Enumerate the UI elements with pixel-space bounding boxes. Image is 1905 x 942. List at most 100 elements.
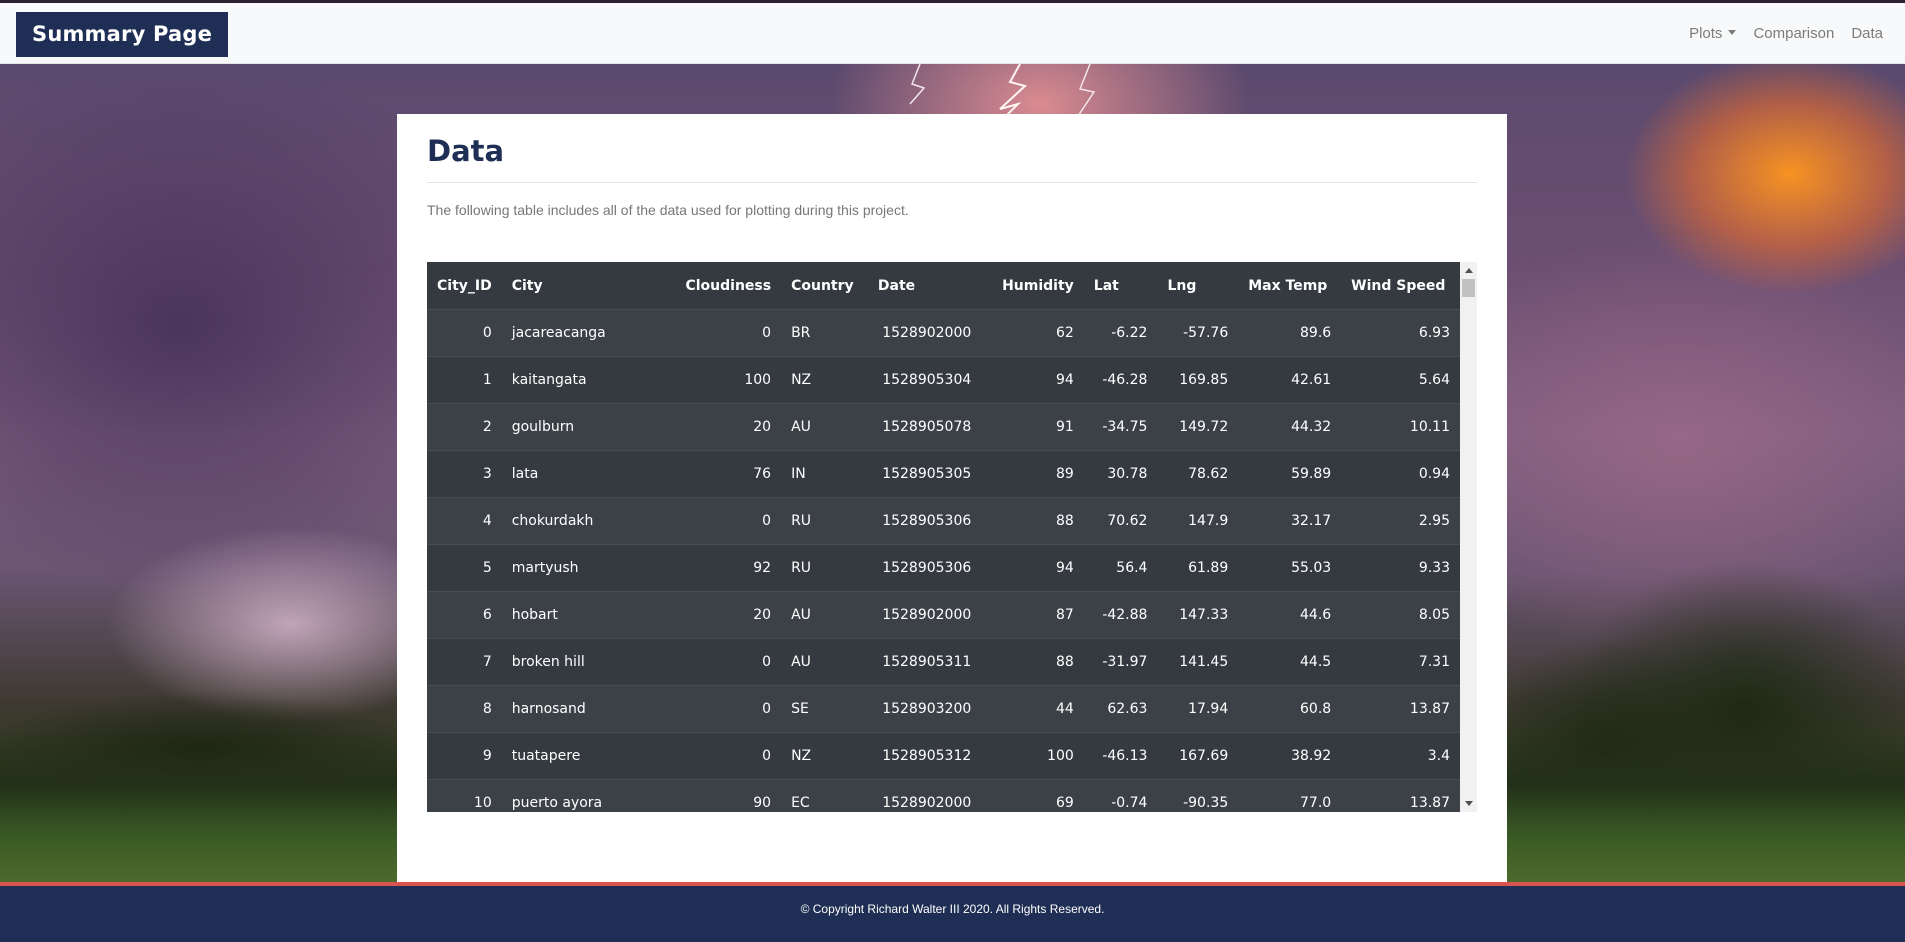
table-cell: 44 xyxy=(985,685,1084,733)
table-cell: -42.88 xyxy=(1083,591,1158,639)
table-row: 4 chokurdakh 0 RU 1528905306 88 70.62 147.9 32.1… xyxy=(427,497,1460,545)
nav-plots-dropdown[interactable]: Plots xyxy=(1689,25,1737,42)
table-row: 2 goulburn 20 AU 1528905078 91 -34.75 149.72 44.… xyxy=(427,403,1460,451)
table-cell: 32.17 xyxy=(1238,497,1342,545)
table-cell: 70.62 xyxy=(1083,497,1158,545)
data-table: City_ID City Cloudiness Country Date Humidity… xyxy=(427,262,1460,812)
table-row: 1 kaitangata 100 NZ 1528905304 94 -46.28 169.85… xyxy=(427,356,1460,404)
table-cell: martyush xyxy=(501,544,676,592)
scroll-down-arrow-icon[interactable] xyxy=(1465,801,1473,806)
table-cell: -46.13 xyxy=(1083,732,1158,780)
table-cell: puerto ayora xyxy=(501,779,676,812)
caret-down-icon xyxy=(1728,30,1737,35)
table-cell: 1528905306 xyxy=(867,497,986,545)
table-cell: 169.85 xyxy=(1157,356,1239,404)
data-table-container[interactable]: City_ID City Cloudiness Country Date Humidity… xyxy=(427,262,1477,812)
table-cell: 8.05 xyxy=(1341,591,1460,639)
table-cell: EC xyxy=(781,779,868,812)
scrollbar-thumb[interactable] xyxy=(1462,279,1475,297)
brand-link[interactable]: Summary Page xyxy=(16,12,229,57)
table-cell: 62 xyxy=(985,309,1084,357)
table-cell: 5.64 xyxy=(1341,356,1460,404)
table-cell: -0.74 xyxy=(1083,779,1158,812)
table-cell: AU xyxy=(781,591,868,639)
table-cell: 88 xyxy=(985,497,1084,545)
table-row: 0 jacareacanga 0 BR 1528902000 62 -6.22 -57.76 8… xyxy=(427,309,1460,357)
table-cell: -90.35 xyxy=(1157,779,1239,812)
table-cell: 90 xyxy=(675,779,782,812)
table-row: 10 puerto ayora 90 EC 1528902000 69 -0.74 -90.3… xyxy=(427,779,1460,812)
table-scrollbar[interactable] xyxy=(1460,262,1477,812)
table-cell: 1528903200 xyxy=(867,685,986,733)
table-cell: NZ xyxy=(781,732,868,780)
scroll-up-arrow-icon[interactable] xyxy=(1465,268,1473,273)
table-cell: 13.87 xyxy=(1341,779,1460,812)
column-header-max-temp: Max Temp xyxy=(1238,262,1342,310)
table-cell: 60.8 xyxy=(1238,685,1342,733)
table-cell: 30.78 xyxy=(1083,450,1158,498)
table-cell: 38.92 xyxy=(1238,732,1342,780)
table-cell: 78.62 xyxy=(1157,450,1239,498)
table-cell: 0.94 xyxy=(1341,450,1460,498)
table-cell: 167.69 xyxy=(1157,732,1239,780)
table-cell: 3.4 xyxy=(1341,732,1460,780)
table-cell: jacareacanga xyxy=(501,309,676,357)
table-cell: 0 xyxy=(675,309,782,357)
table-cell: 147.33 xyxy=(1157,591,1239,639)
table-cell: RU xyxy=(781,544,868,592)
nav-plots-label: Plots xyxy=(1689,25,1723,42)
table-cell: 7.31 xyxy=(1341,638,1460,686)
table-cell: 87 xyxy=(985,591,1084,639)
table-cell: AU xyxy=(781,403,868,451)
table-cell: 1528902000 xyxy=(867,309,986,357)
table-cell: 10 xyxy=(427,779,502,812)
column-header-city-id: City_ID xyxy=(427,262,502,310)
nav-comparison-link[interactable]: Comparison xyxy=(1753,25,1834,42)
table-cell: 76 xyxy=(675,450,782,498)
table-cell: 1528905078 xyxy=(867,403,986,451)
table-cell: 59.89 xyxy=(1238,450,1342,498)
table-cell: 2.95 xyxy=(1341,497,1460,545)
table-cell: 6.93 xyxy=(1341,309,1460,357)
table-cell: 44.32 xyxy=(1238,403,1342,451)
intro-text: The following table includes all of the … xyxy=(427,202,909,218)
table-cell: AU xyxy=(781,638,868,686)
table-cell: 141.45 xyxy=(1157,638,1239,686)
table-cell: 149.72 xyxy=(1157,403,1239,451)
column-header-country: Country xyxy=(781,262,868,310)
column-header-wind-speed: Wind Speed xyxy=(1341,262,1460,310)
table-cell: 1528902000 xyxy=(867,779,986,812)
table-row: 8 harnosand 0 SE 1528903200 44 62.63 17.94 60.8 1… xyxy=(427,685,1460,733)
table-cell: 1528902000 xyxy=(867,591,986,639)
table-cell: 6 xyxy=(427,591,502,639)
table-cell: -57.76 xyxy=(1157,309,1239,357)
table-cell: 20 xyxy=(675,591,782,639)
table-cell: 69 xyxy=(985,779,1084,812)
table-cell: kaitangata xyxy=(501,356,676,404)
table-cell: 91 xyxy=(985,403,1084,451)
column-header-humidity: Humidity xyxy=(985,262,1084,310)
table-cell: 1528905304 xyxy=(867,356,986,404)
table-cell: 56.4 xyxy=(1083,544,1158,592)
table-row: 6 hobart 20 AU 1528902000 87 -42.88 147.33 44.6 8… xyxy=(427,591,1460,639)
table-cell: NZ xyxy=(781,356,868,404)
table-cell: BR xyxy=(781,309,868,357)
footer-copyright: © Copyright Richard Walter III 2020. All… xyxy=(800,902,1105,916)
table-cell: 1528905312 xyxy=(867,732,986,780)
table-cell: 1528905311 xyxy=(867,638,986,686)
table-cell: broken hill xyxy=(501,638,676,686)
table-cell: 0 xyxy=(675,732,782,780)
table-cell: 1528905305 xyxy=(867,450,986,498)
page-title: Data xyxy=(427,134,505,168)
table-cell: 77.0 xyxy=(1238,779,1342,812)
table-cell: SE xyxy=(781,685,868,733)
table-cell: 44.6 xyxy=(1238,591,1342,639)
table-cell: -6.22 xyxy=(1083,309,1158,357)
table-row: 3 lata 76 IN 1528905305 89 30.78 78.62 59.89 0.94 xyxy=(427,450,1460,498)
table-cell: chokurdakh xyxy=(501,497,676,545)
table-cell: -34.75 xyxy=(1083,403,1158,451)
table-cell: 44.5 xyxy=(1238,638,1342,686)
table-cell: 17.94 xyxy=(1157,685,1239,733)
table-row: 9 tuatapere 0 NZ 1528905312 100 -46.13 167.69 38… xyxy=(427,732,1460,780)
nav-data-link[interactable]: Data xyxy=(1851,25,1883,42)
